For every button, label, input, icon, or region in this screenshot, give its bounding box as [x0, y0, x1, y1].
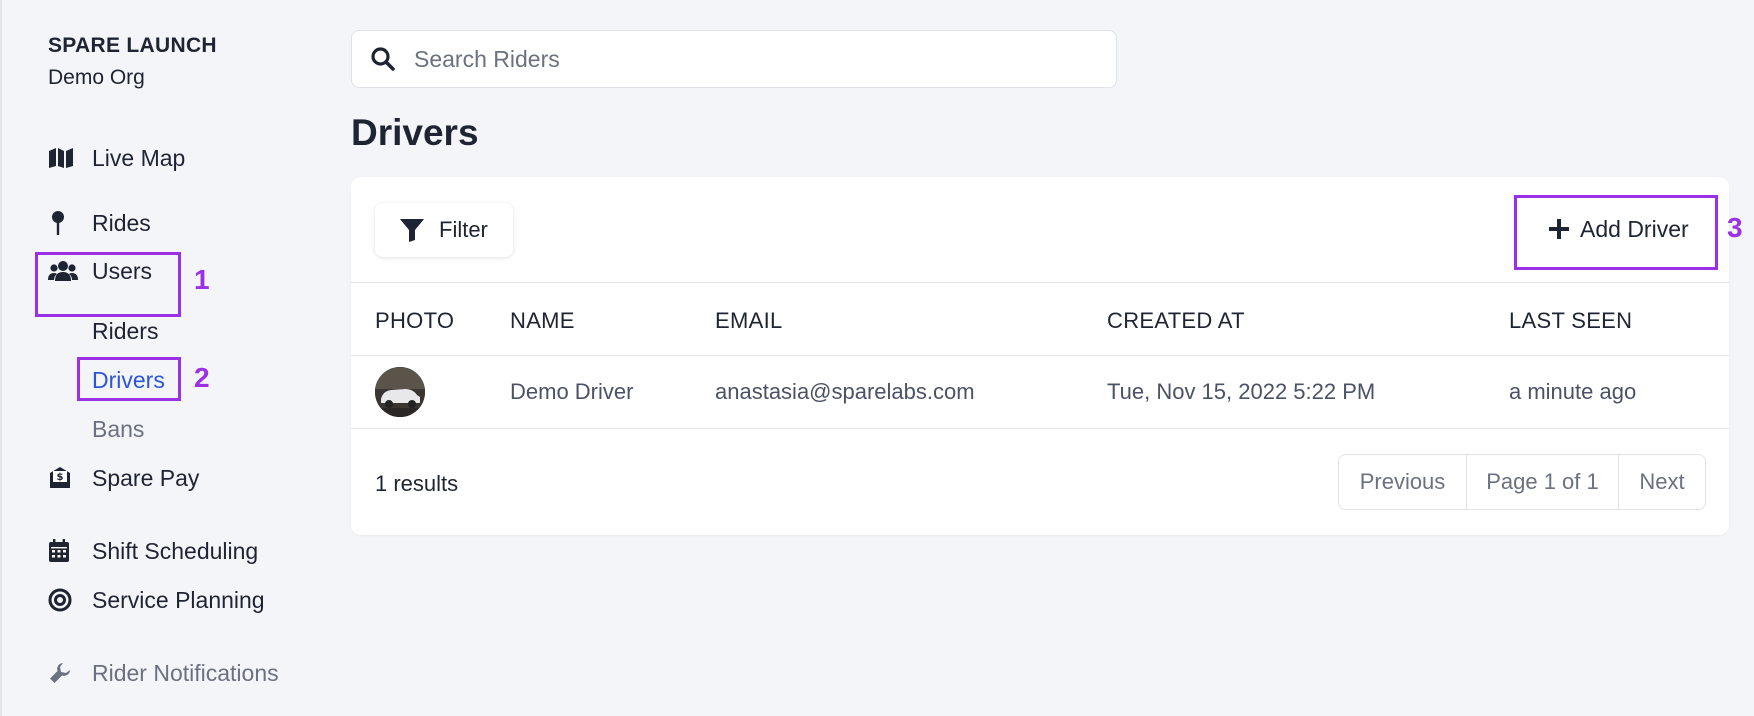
- driver-last-seen: a minute ago: [1509, 379, 1637, 404]
- column-header-name[interactable]: NAME: [510, 308, 575, 334]
- sidebar-item-rides[interactable]: Rides: [48, 205, 151, 241]
- sidebar-item-label: Service Planning: [92, 586, 265, 613]
- sidebar-item-live-map[interactable]: Live Map: [48, 140, 185, 176]
- sidebar-item-label: Rides: [92, 209, 151, 236]
- column-header-email[interactable]: EMAIL: [715, 308, 783, 334]
- column-header-created-at[interactable]: CREATED AT: [1107, 308, 1245, 334]
- svg-text:$: $: [57, 472, 64, 483]
- divider: [351, 355, 1729, 356]
- pin-icon: [48, 209, 80, 237]
- divider: [351, 282, 1729, 283]
- filter-button-label: Filter: [439, 217, 488, 242]
- org-subtitle: Demo Org: [48, 66, 145, 89]
- pagination: Previous Page 1 of 1 Next: [1338, 454, 1706, 510]
- filter-icon: [399, 217, 425, 243]
- wrench-icon: [48, 659, 80, 687]
- map-icon: [48, 144, 80, 172]
- previous-button[interactable]: Previous: [1339, 455, 1467, 509]
- annotation-box-add-driver: [1514, 195, 1718, 270]
- column-header-photo: PHOTO: [375, 308, 455, 333]
- annotation-number-3: 3: [1727, 212, 1743, 243]
- sidebar-item-label: Rider Notifications: [92, 659, 279, 686]
- results-count: 1 results: [375, 471, 459, 496]
- sidebar-item-label: Live Map: [92, 144, 186, 171]
- sidebar-item-service-planning[interactable]: Service Planning: [48, 582, 265, 618]
- org-name: SPARE LAUNCH: [48, 34, 217, 57]
- driver-name: Demo Driver: [510, 379, 634, 404]
- annotation-box-drivers: [77, 357, 181, 401]
- sidebar-subitem-bans[interactable]: Bans: [92, 416, 144, 443]
- annotation-box-users: [35, 252, 181, 317]
- sidebar-item-spare-pay[interactable]: $ Spare Pay: [48, 460, 199, 496]
- column-header-last-seen[interactable]: LAST SEEN: [1509, 308, 1632, 334]
- filter-button[interactable]: Filter: [375, 203, 513, 257]
- sidebar-subitem-riders[interactable]: Riders: [92, 318, 158, 345]
- search-icon: [370, 46, 396, 72]
- annotation-number-1: 1: [194, 264, 210, 295]
- search-bar[interactable]: [351, 30, 1117, 88]
- page-title: Drivers: [351, 112, 479, 153]
- sidebar-item-shift-scheduling[interactable]: Shift Scheduling: [48, 533, 258, 569]
- driver-created-at: Tue, Nov 15, 2022 5:22 PM: [1107, 379, 1376, 404]
- annotation-number-2: 2: [194, 362, 210, 393]
- driver-photo: [375, 367, 425, 417]
- sidebar-item-label: Shift Scheduling: [92, 537, 259, 564]
- divider: [351, 428, 1729, 429]
- next-button[interactable]: Next: [1619, 455, 1705, 509]
- driver-email: anastasia@sparelabs.com: [715, 379, 975, 404]
- money-envelope-icon: $: [48, 464, 80, 492]
- page-indicator: Page 1 of 1: [1467, 455, 1619, 509]
- search-input[interactable]: [414, 45, 1094, 73]
- target-icon: [48, 586, 80, 614]
- calendar-icon: [48, 537, 80, 565]
- sidebar-item-rider-notifications[interactable]: Rider Notifications: [48, 655, 279, 691]
- sidebar-item-label: Spare Pay: [92, 464, 200, 491]
